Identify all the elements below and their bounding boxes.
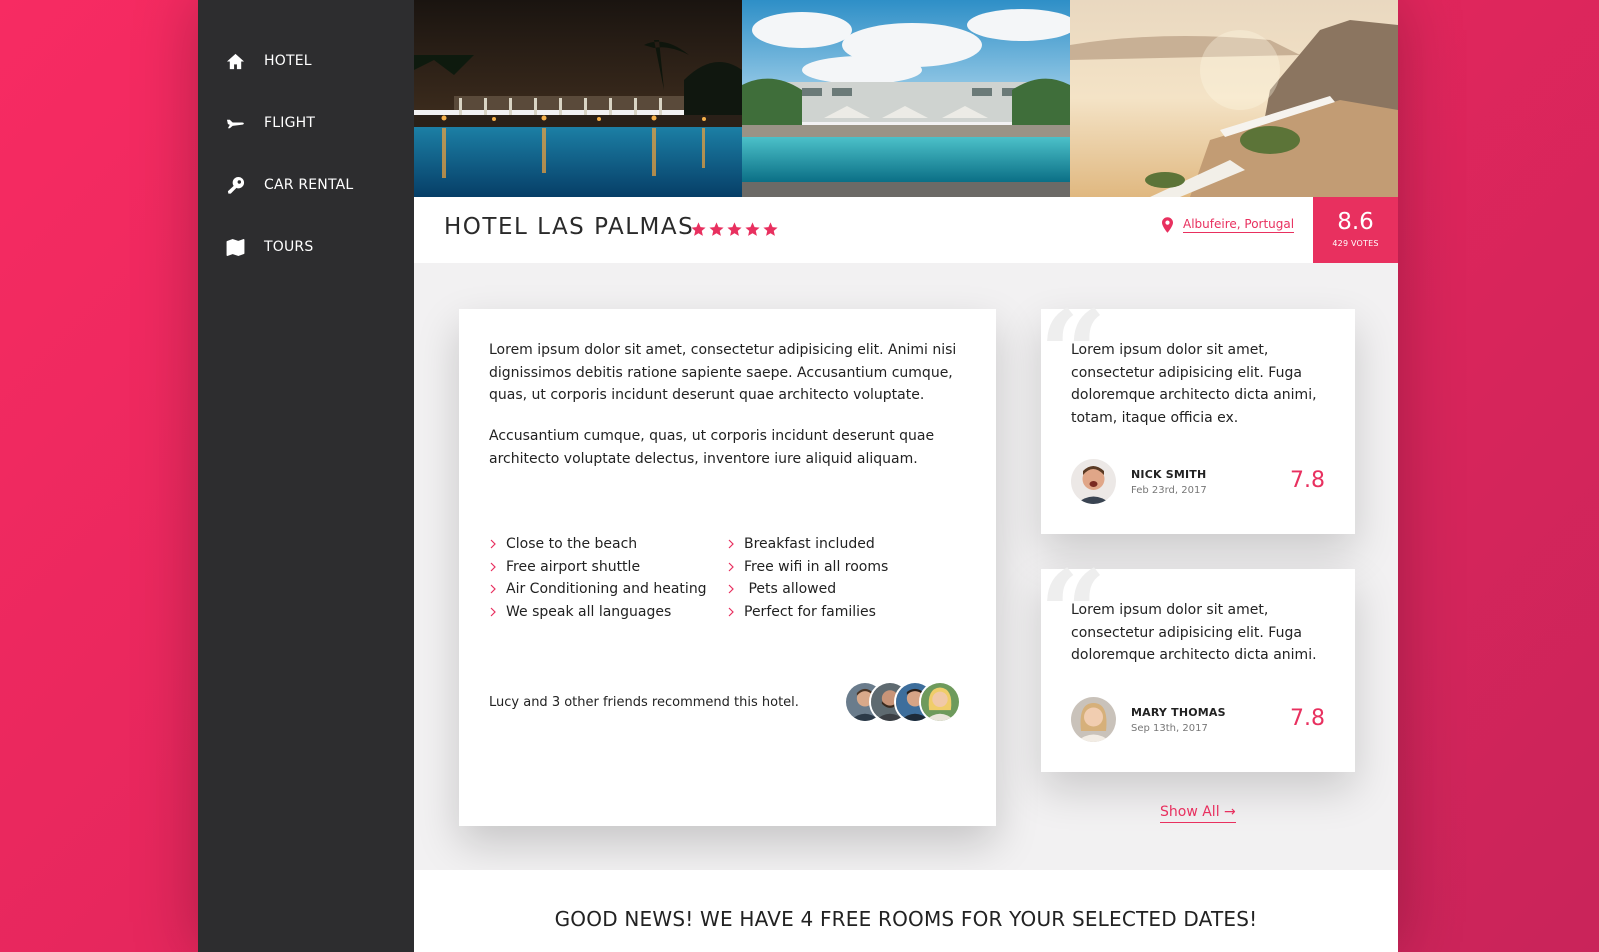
- star-icon: [763, 222, 778, 236]
- app-window: HOTEL FLIGHT CAR RENTAL TOURS HOTEL LAS …: [198, 0, 1398, 952]
- star-icon: [691, 222, 706, 236]
- nav-item-label: CAR RENTAL: [264, 177, 354, 193]
- nav-item-label: TOURS: [264, 239, 314, 255]
- friends-avatars[interactable]: [844, 681, 961, 723]
- map-icon: [226, 238, 245, 257]
- star-rating: [690, 221, 779, 238]
- chevron-right-icon: [490, 584, 496, 594]
- feature-label: Perfect for families: [744, 603, 876, 620]
- review-text: Lorem ipsum dolor sit amet, consectetur …: [1071, 602, 1317, 663]
- review-date: Sep 13th, 2017: [1131, 722, 1208, 734]
- reviewer-name: MARY THOMAS: [1131, 705, 1226, 719]
- feature-label: Air Conditioning and heating: [506, 581, 707, 597]
- feature-item: Free airport shuttle: [489, 556, 727, 579]
- avatar: [1071, 459, 1116, 504]
- nav-item-hotel[interactable]: HOTEL: [226, 46, 312, 76]
- description-paragraph-1: Lorem ipsum dolor sit amet, consectetur …: [489, 342, 957, 403]
- reviewer: MARY THOMAS Sep 13th, 2017: [1071, 697, 1226, 742]
- chevron-right-icon: [728, 562, 734, 572]
- hotel-title: HOTEL LAS PALMAS: [444, 214, 695, 240]
- chevron-right-icon: [490, 539, 496, 549]
- feature-label: We speak all languages: [506, 603, 672, 620]
- show-all-reviews-link[interactable]: Show All →: [1160, 804, 1236, 823]
- review-score: 7.8: [1290, 468, 1325, 493]
- nav-item-label: FLIGHT: [264, 115, 316, 131]
- rating-votes: 429 VOTES: [1332, 239, 1379, 248]
- review-text: Lorem ipsum dolor sit amet, consectetur …: [1071, 342, 1317, 426]
- photo-pool-day[interactable]: [742, 0, 1070, 197]
- availability-text: GOOD NEWS! WE HAVE 4 FREE ROOMS FOR YOUR…: [554, 907, 1258, 931]
- review-card: “ Lorem ipsum dolor sit amet, consectetu…: [1039, 555, 1355, 772]
- hotel-description-card: Lorem ipsum dolor sit amet, consectetur …: [459, 309, 996, 826]
- star-icon: [727, 222, 742, 236]
- avatar[interactable]: [919, 681, 961, 723]
- photo-santorini-terrace[interactable]: [1070, 0, 1398, 197]
- location-link[interactable]: Albufeire, Portugal: [1162, 217, 1295, 233]
- review-score: 7.8: [1290, 706, 1325, 731]
- star-icon: [745, 222, 760, 236]
- chevron-right-icon: [490, 562, 496, 572]
- photo-gallery: [414, 0, 1398, 197]
- hotel-header: HOTEL LAS PALMAS Albufeire, Portugal 8.6…: [414, 197, 1398, 263]
- home-icon: [226, 52, 245, 71]
- chevron-right-icon: [728, 539, 734, 549]
- feature-item: We speak all languages: [489, 601, 727, 624]
- nav-item-car-rental[interactable]: CAR RENTAL: [226, 170, 353, 200]
- feature-label: Pets allowed: [744, 581, 837, 597]
- review-card: “ Lorem ipsum dolor sit amet, consectetu…: [1039, 295, 1355, 534]
- avatar: [1071, 697, 1116, 742]
- feature-item: Close to the beach: [489, 533, 727, 556]
- star-icon: [709, 222, 724, 236]
- photo-pool-night[interactable]: [414, 0, 742, 197]
- key-icon: [226, 176, 245, 195]
- reviewer-name: NICK SMITH: [1131, 467, 1207, 481]
- chevron-right-icon: [490, 607, 496, 617]
- description-paragraph-2: Accusantium cumque, quas, ut corporis in…: [489, 428, 935, 467]
- airplane-icon: [226, 114, 245, 133]
- sidebar: HOTEL FLIGHT CAR RENTAL TOURS: [198, 0, 414, 952]
- features-list: Close to the beach Breakfast included Fr…: [489, 533, 969, 623]
- rating-badge: 8.6 429 VOTES: [1313, 197, 1398, 263]
- map-pin-icon: [1162, 217, 1173, 233]
- nav-item-label: HOTEL: [264, 53, 312, 69]
- feature-item: Free wifi in all rooms: [727, 556, 967, 579]
- location-text[interactable]: Albufeire, Portugal: [1183, 217, 1295, 233]
- feature-label: Close to the beach: [506, 536, 638, 552]
- feature-label: Breakfast included: [744, 536, 875, 552]
- nav-item-tours[interactable]: TOURS: [226, 232, 313, 262]
- feature-item: Air Conditioning and heating: [489, 578, 727, 601]
- nav-item-flight[interactable]: FLIGHT: [226, 108, 315, 138]
- feature-item: Breakfast included: [727, 533, 967, 556]
- feature-label: Free airport shuttle: [506, 558, 641, 575]
- feature-label: Free wifi in all rooms: [744, 558, 889, 575]
- availability-banner: GOOD NEWS! WE HAVE 4 FREE ROOMS FOR YOUR…: [414, 870, 1398, 952]
- reviewer: NICK SMITH Feb 23rd, 2017: [1071, 459, 1207, 504]
- chevron-right-icon: [728, 584, 734, 594]
- friends-recommend-text: Lucy and 3 other friends recommend this …: [489, 695, 799, 710]
- rating-score: 8.6: [1337, 209, 1374, 235]
- feature-item: Pets allowed: [727, 578, 967, 601]
- review-date: Feb 23rd, 2017: [1131, 484, 1207, 496]
- feature-item: Perfect for families: [727, 601, 967, 624]
- chevron-right-icon: [728, 607, 734, 617]
